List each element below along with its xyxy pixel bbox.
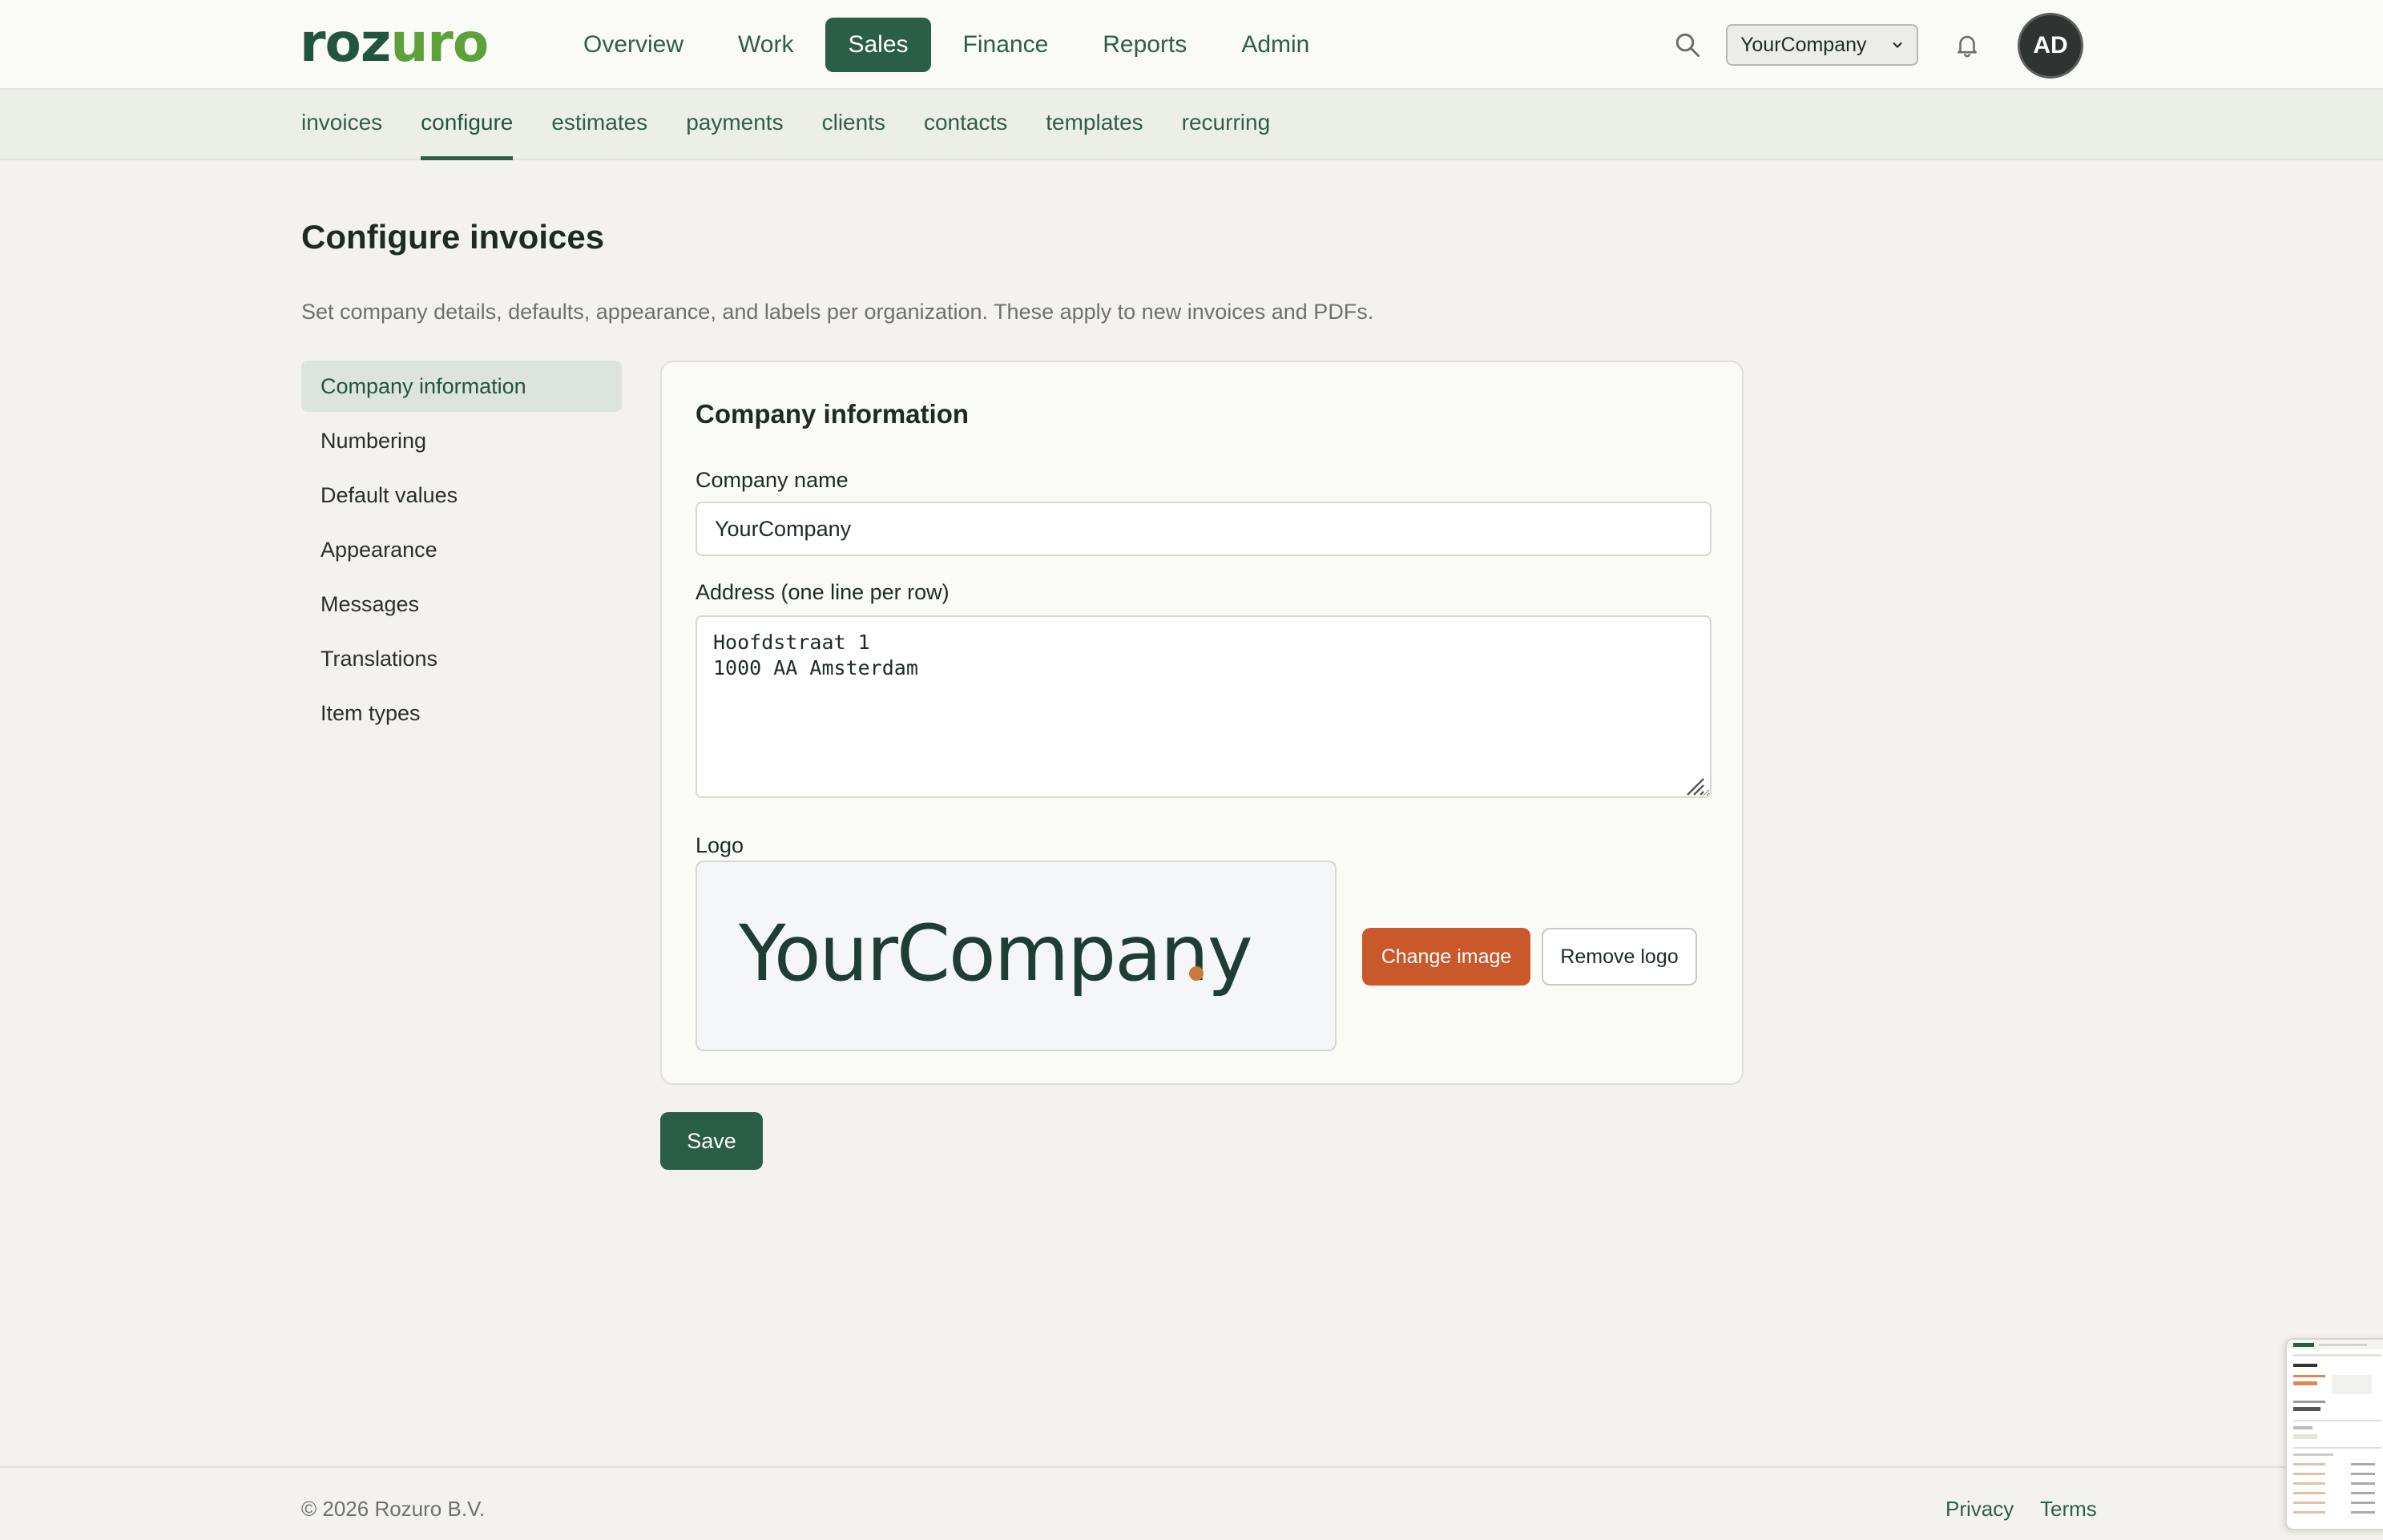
sidenav-item-messages[interactable]: Messages [301,579,622,630]
save-button[interactable]: Save [660,1112,763,1170]
subnav-item-configure[interactable]: configure [421,90,514,160]
logo-label: Logo [696,833,744,857]
nav-item-work[interactable]: Work [716,18,816,72]
resize-handle-icon[interactable] [1683,774,1705,796]
company-select[interactable]: YourCompany [1726,24,1918,66]
nav-item-finance[interactable]: Finance [941,18,1071,72]
logo-preview-box: YourCompany [696,861,1337,1051]
sub-navigation: invoices configure estimates payments cl… [301,90,1270,160]
nav-item-reports[interactable]: Reports [1080,18,1209,72]
page-title: Configure invoices [301,218,605,256]
user-avatar[interactable]: AD [2018,13,2083,79]
brand-logo[interactable]: rozuro [300,12,489,74]
settings-side-navigation: Company information Numbering Default va… [301,361,622,742]
sidenav-item-default-values[interactable]: Default values [301,470,622,521]
sidenav-item-numbering[interactable]: Numbering [301,415,622,466]
sidenav-item-appearance[interactable]: Appearance [301,524,622,575]
sidenav-item-item-types[interactable]: Item types [301,687,622,739]
address-label: Address (one line per row) [696,580,950,604]
subnav-item-payments[interactable]: payments [686,90,783,160]
sidenav-item-company-information[interactable]: Company information [301,361,622,412]
copyright-text: © 2026 Rozuro B.V. [301,1497,486,1521]
chevron-down-icon [1893,42,1902,48]
subnav-item-clients[interactable]: clients [822,90,885,160]
nav-item-overview[interactable]: Overview [561,18,706,72]
privacy-link[interactable]: Privacy [1946,1497,2014,1522]
subnav-item-invoices[interactable]: invoices [301,90,382,160]
company-name-label: Company name [696,468,849,492]
subnav-item-contacts[interactable]: contacts [924,90,1007,160]
nav-item-admin[interactable]: Admin [1219,18,1332,72]
page-thumbnail-preview[interactable] [2285,1338,2383,1530]
subnav-item-templates[interactable]: templates [1046,90,1143,160]
brand-logo-part-1: roz [300,12,391,74]
subnav-item-estimates[interactable]: estimates [551,90,647,160]
remove-logo-button[interactable]: Remove logo [1542,928,1697,986]
company-name-input[interactable] [696,502,1712,556]
card-title: Company information [696,399,970,429]
main-navigation: Overview Work Sales Finance Reports Admi… [561,18,1332,72]
logo-preview-image: YourCompany [739,909,1253,998]
subnav-item-recurring[interactable]: recurring [1182,90,1270,160]
sidenav-item-translations[interactable]: Translations [301,633,622,684]
logo-dot [1189,966,1204,981]
change-image-button[interactable]: Change image [1362,928,1530,986]
company-select-value: YourCompany [1740,34,1867,56]
address-textarea[interactable]: Hoofdstraat 1 1000 AA Amsterdam [696,615,1712,798]
company-information-card: Company information Company name Address… [660,361,1744,1085]
page-footer: © 2026 Rozuro B.V. Privacy Terms [0,1466,2383,1540]
page-description: Set company details, defaults, appearanc… [301,300,1374,324]
search-icon[interactable] [1673,30,1702,59]
terms-link[interactable]: Terms [2040,1497,2097,1522]
bell-icon[interactable] [1954,30,1981,59]
thumbnail-graphic [2287,1340,2383,1514]
top-navigation-bar: rozuro Overview Work Sales Finance Repor… [0,0,2383,90]
nav-item-sales[interactable]: Sales [825,18,931,72]
brand-logo-part-2: uro [390,12,489,74]
sub-navigation-bar: invoices configure estimates payments cl… [0,90,2383,160]
